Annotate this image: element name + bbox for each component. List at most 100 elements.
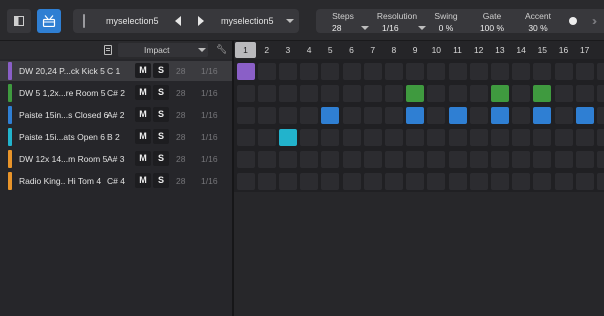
step-cell[interactable] [533,151,552,168]
param-resolution[interactable]: Resolution 1/16 [374,11,426,33]
step-cell[interactable] [596,107,604,124]
step-cell[interactable] [257,85,276,102]
chevron-down-icon[interactable] [361,26,369,30]
chevron-right-icon[interactable]: ›› [592,14,597,28]
step-cell[interactable] [363,63,382,80]
step-cell-active[interactable] [533,107,552,124]
step-number[interactable]: 9 [405,45,426,55]
step-cell[interactable] [384,151,403,168]
step-number[interactable]: 1 [235,42,256,58]
step-number[interactable]: 1 [595,45,604,55]
step-cell[interactable] [533,173,552,190]
step-cell[interactable] [512,173,531,190]
next-arrow-icon[interactable] [198,16,204,26]
step-number[interactable]: 5 [320,45,341,55]
mute-button[interactable]: M [135,129,151,144]
step-cell[interactable] [300,85,319,102]
step-cell[interactable] [363,129,382,146]
step-number[interactable]: 17 [574,45,595,55]
step-cell[interactable] [596,151,604,168]
step-cell[interactable] [406,63,425,80]
track-row[interactable]: DW 12x 14...m Room 5 A# 3 M S 28 1/16 [0,149,232,169]
step-cell[interactable] [278,107,297,124]
step-cell-active[interactable] [575,107,594,124]
drag-handle[interactable] [83,14,85,28]
step-cell-active[interactable] [406,85,425,102]
step-number[interactable]: 2 [256,45,277,55]
step-cell[interactable] [321,85,340,102]
step-cell[interactable] [278,85,297,102]
step-cell[interactable] [427,63,446,80]
step-cell[interactable] [554,129,573,146]
step-cell[interactable] [363,151,382,168]
track-row[interactable]: Paiste 15i...ats Open 6B 2 M S 28 1/16 [0,127,232,147]
step-cell[interactable] [512,129,531,146]
step-cell[interactable] [257,63,276,80]
step-cell-active[interactable] [321,107,340,124]
step-cell[interactable] [427,151,446,168]
step-cell[interactable] [257,173,276,190]
step-cell[interactable] [596,129,604,146]
step-cell[interactable] [321,151,340,168]
step-cell[interactable] [321,129,340,146]
record-dot-icon[interactable] [569,17,577,25]
chevron-down-icon[interactable] [418,26,426,30]
solo-button[interactable]: S [153,151,169,166]
step-cell[interactable] [596,63,604,80]
step-cell[interactable] [406,129,425,146]
step-number[interactable]: 6 [341,45,362,55]
step-cell[interactable] [575,63,594,80]
step-cell[interactable] [321,173,340,190]
step-number[interactable]: 12 [468,45,489,55]
step-cell[interactable] [554,63,573,80]
solo-button[interactable]: S [153,85,169,100]
step-cell[interactable] [448,173,467,190]
step-cell[interactable] [554,107,573,124]
step-cell[interactable] [363,107,382,124]
step-cell[interactable] [490,63,509,80]
step-number[interactable]: 15 [532,45,553,55]
step-cell[interactable] [406,151,425,168]
step-cell[interactable] [512,85,531,102]
track-row[interactable]: Radio King.. Hi Tom 4 C# 4 M S 28 1/16 [0,171,232,191]
step-cell[interactable] [427,85,446,102]
step-cell[interactable] [342,107,361,124]
step-cell[interactable] [448,63,467,80]
mute-button[interactable]: M [135,63,151,78]
step-cell[interactable] [257,151,276,168]
solo-button[interactable]: S [153,129,169,144]
step-cell[interactable] [596,85,604,102]
solo-button[interactable]: S [153,107,169,122]
step-cell[interactable] [236,85,255,102]
step-cell[interactable] [512,151,531,168]
step-cell[interactable] [469,173,488,190]
step-cell[interactable] [490,151,509,168]
selection-name-dropdown[interactable]: myselection5 [221,16,274,26]
solo-button[interactable]: S [153,173,169,188]
param-steps[interactable]: Steps 28 [328,11,369,33]
step-cell[interactable] [469,107,488,124]
step-cell[interactable] [300,63,319,80]
step-cell[interactable] [469,129,488,146]
mute-button[interactable]: M [135,173,151,188]
step-cell[interactable] [554,173,573,190]
step-cell[interactable] [512,63,531,80]
step-cell[interactable] [490,129,509,146]
step-cell[interactable] [533,129,552,146]
step-cell[interactable] [236,129,255,146]
step-cell-active[interactable] [490,107,509,124]
step-cell[interactable] [300,107,319,124]
step-cell[interactable] [533,63,552,80]
track-row[interactable]: DW 20,24 P...ck Kick 5C 1 M S 28 1/16 [0,61,232,81]
toggle-panel-button[interactable] [7,9,31,33]
step-cell[interactable] [342,151,361,168]
kit-dropdown[interactable]: Impact [118,43,208,57]
step-cell[interactable] [300,129,319,146]
document-icon[interactable] [104,45,112,55]
step-cell-active[interactable] [490,85,509,102]
step-cell[interactable] [257,129,276,146]
track-row[interactable]: Paiste 15in...s Closed 6 A# 2 M S 28 1/16 [0,105,232,125]
step-number[interactable]: 4 [299,45,320,55]
step-cell[interactable] [342,85,361,102]
step-cell-active[interactable] [533,85,552,102]
